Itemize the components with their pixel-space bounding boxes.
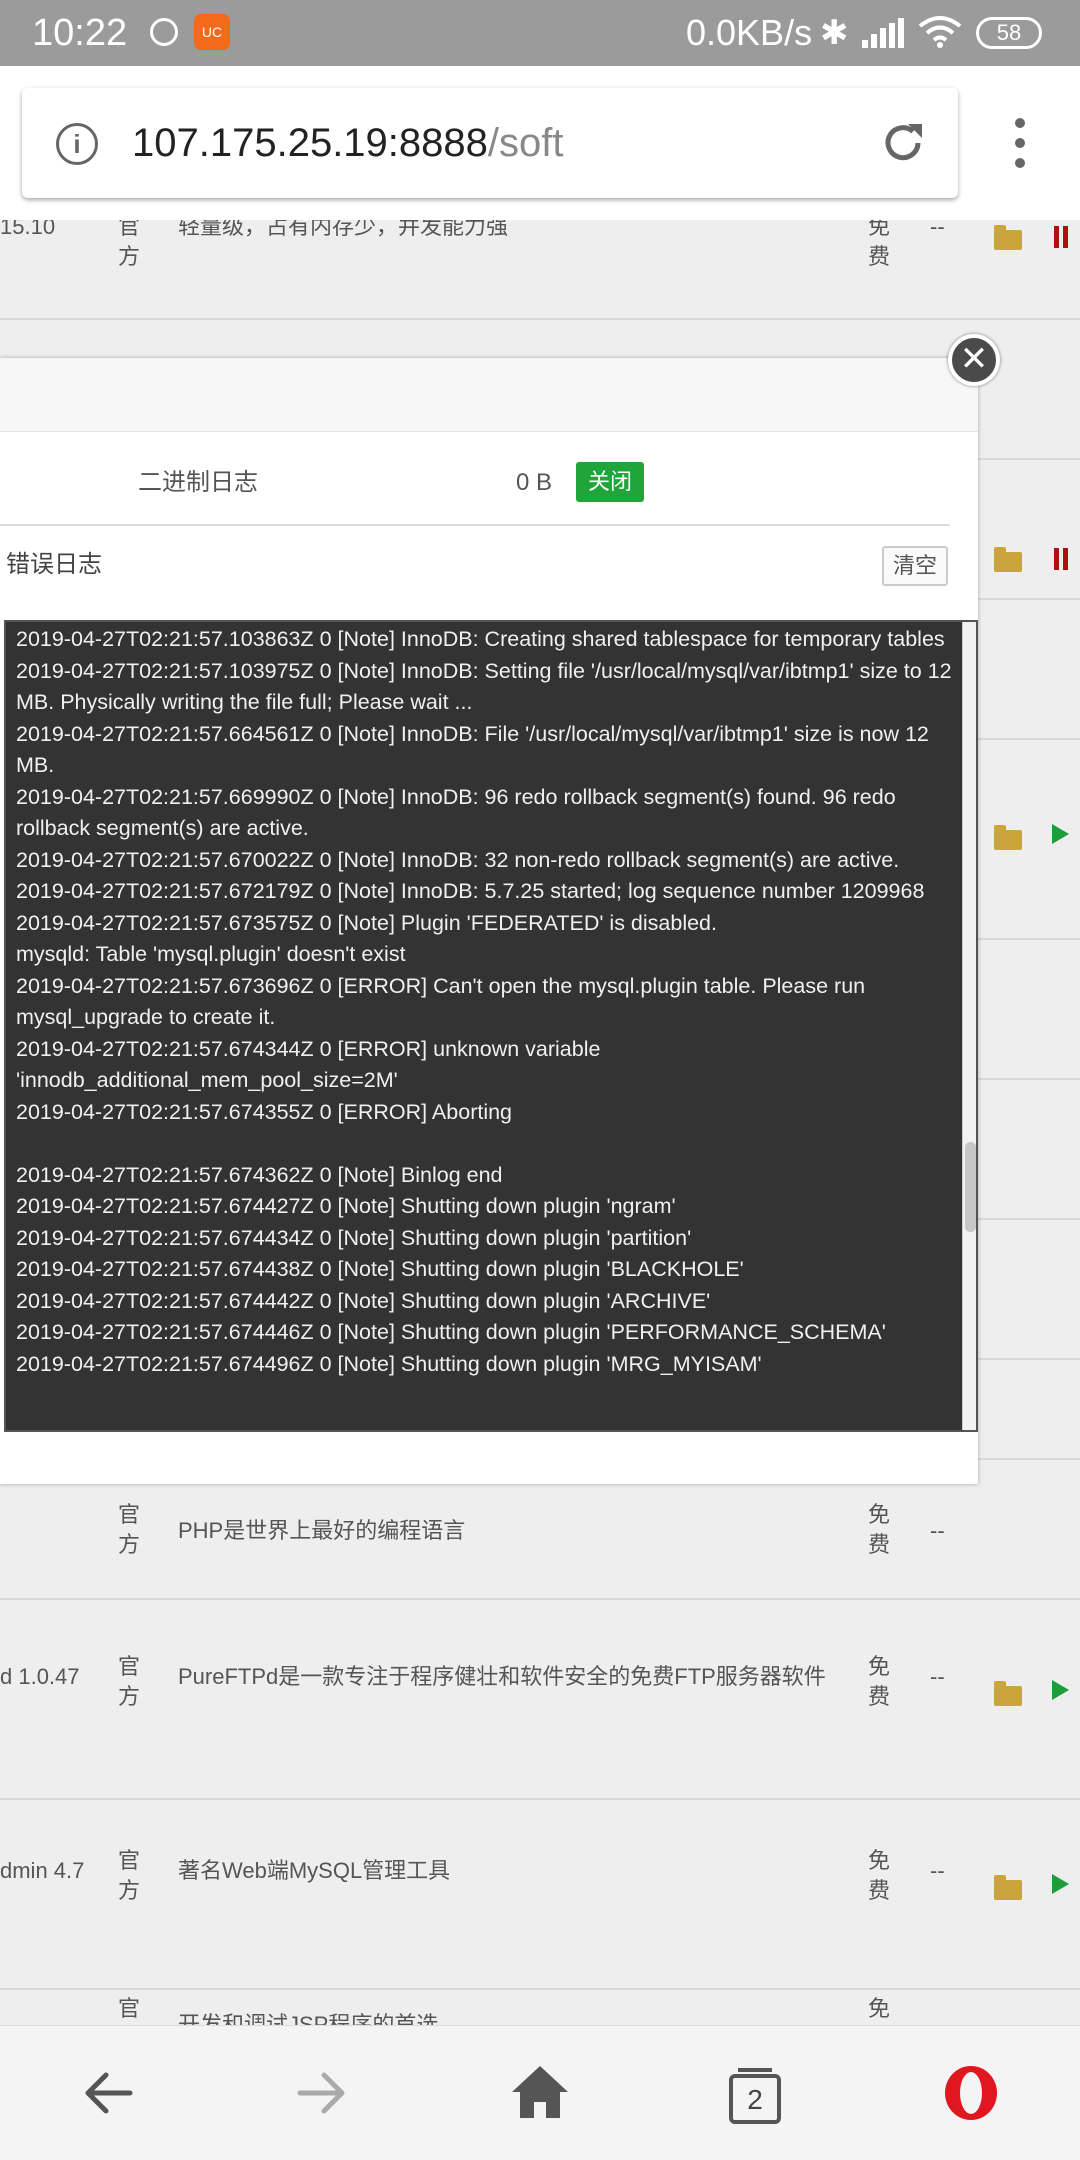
log-line: 2019-04-27T02:21:57.673575Z 0 [Note] Plu… <box>16 910 717 935</box>
errlog-label: 错误日志 <box>6 551 102 578</box>
table-row: d 1.0.47 官方 PureFTPd是一款专注于程序健壮和软件安全的免费FT… <box>0 1600 1080 1800</box>
software-price: 免费 <box>868 1502 891 1557</box>
pause-icon[interactable] <box>1054 548 1068 570</box>
play-icon[interactable] <box>1052 1874 1069 1894</box>
software-expire: -- <box>930 220 945 239</box>
log-scrollbar[interactable] <box>962 622 976 1430</box>
mysql-log-dialog: 二进制日志 0 B 关闭 错误日志 清空 2019-04-27T02:21:57… <box>0 358 978 1484</box>
log-scroll-thumb[interactable] <box>965 1142 976 1232</box>
binlog-off-button[interactable]: 关闭 <box>576 462 644 502</box>
software-desc: 开发和调试JSP程序的首选 <box>178 2012 439 2025</box>
url-path: /soft <box>487 121 564 165</box>
software-price: 免费 <box>868 220 891 269</box>
more-menu-icon[interactable] <box>1002 118 1038 206</box>
log-line: 2019-04-27T02:21:57.674344Z 0 [ERROR] un… <box>16 1036 607 1093</box>
folder-icon[interactable] <box>994 225 1022 250</box>
play-icon[interactable] <box>1052 1680 1069 1700</box>
status-time: 10:22 <box>32 12 128 54</box>
log-line: 2019-04-27T02:21:57.673696Z 0 [ERROR] Ca… <box>16 973 872 1030</box>
software-desc: PureFTPd是一款专注于程序健壮和软件安全的免费FTP服务器软件 <box>178 1664 826 1689</box>
signal-icon <box>862 18 904 48</box>
software-type: 官方 <box>118 1996 141 2021</box>
divider <box>0 524 950 526</box>
software-type: 官方 <box>118 1848 141 1903</box>
address-bar[interactable]: i 107.175.25.19:8888/soft <box>22 88 958 198</box>
log-line: 2019-04-27T02:21:57.674438Z 0 [Note] Shu… <box>16 1257 744 1281</box>
log-line: 2019-04-27T02:21:57.674446Z 0 [Note] Shu… <box>16 1320 886 1344</box>
bluetooth-icon: ✱ <box>820 14 849 52</box>
error-log-textarea[interactable]: 2019-04-27T02:21:57.103863Z 0 [Note] Inn… <box>4 620 978 1432</box>
dialog-header <box>0 358 978 432</box>
table-row: dmin 4.7 官方 著名Web端MySQL管理工具 免费 -- <box>0 1800 1080 1990</box>
software-price: 免费 <box>868 1848 891 1903</box>
software-desc: 著名Web端MySQL管理工具 <box>178 1858 451 1883</box>
clear-log-button[interactable]: 清空 <box>882 546 948 586</box>
error-log-content: 2019-04-27T02:21:57.103863Z 0 [Note] Inn… <box>16 624 956 1380</box>
software-price: 免费 <box>868 1654 891 1709</box>
folder-icon[interactable] <box>994 1875 1022 1900</box>
log-line: 2019-04-27T02:21:57.669990Z 0 [Note] Inn… <box>16 784 902 841</box>
app-notification-icon: UC <box>194 14 230 50</box>
software-expire: -- <box>930 1858 945 1883</box>
log-line: 2019-04-27T02:21:57.674427Z 0 [Note] Shu… <box>16 1194 676 1218</box>
folder-icon[interactable] <box>994 825 1022 850</box>
url-text[interactable]: 107.175.25.19:8888/soft <box>132 114 564 172</box>
log-line: 2019-04-27T02:21:57.674442Z 0 [Note] Shu… <box>16 1288 711 1313</box>
binlog-label: 二进制日志 <box>138 469 258 496</box>
browser-notification-icon <box>150 18 178 46</box>
pause-icon[interactable] <box>1054 226 1068 248</box>
log-line: 2019-04-27T02:21:57.674496Z 0 [Note] Shu… <box>16 1351 762 1376</box>
software-name: d 1.0.47 <box>0 1664 80 1689</box>
software-type: 官方 <box>118 1502 141 1557</box>
log-line: 2019-04-27T02:21:57.103975Z 0 [Note] Inn… <box>16 658 958 715</box>
software-expire: -- <box>930 1518 945 1543</box>
log-line: 2019-04-27T02:21:57.672179Z 0 [Note] Inn… <box>16 879 925 903</box>
software-name: 15.10 <box>0 220 56 239</box>
wifi-icon <box>918 16 962 48</box>
table-row: 官方 开发和调试JSP程序的首选 免费 -- <box>0 1990 1080 2025</box>
play-icon[interactable] <box>1052 824 1069 844</box>
network-speed: 0.0KB/s <box>686 12 813 53</box>
log-line: 2019-04-27T02:21:57.674355Z 0 [ERROR] Ab… <box>16 1099 513 1124</box>
software-price: 免费 <box>868 1996 891 2021</box>
close-icon[interactable]: ✕ <box>948 334 1000 386</box>
log-line: 2019-04-27T02:21:57.103863Z 0 [Note] Inn… <box>16 627 945 651</box>
log-line: mysqld: Table 'mysql.plugin' doesn't exi… <box>16 942 406 966</box>
opera-logo-icon[interactable] <box>942 2064 1000 2122</box>
browser-toolbar: i 107.175.25.19:8888/soft <box>0 66 1080 220</box>
log-line: 2019-04-27T02:21:57.674434Z 0 [Note] Shu… <box>16 1225 692 1250</box>
back-icon[interactable] <box>82 2070 134 2116</box>
software-type: 官方 <box>118 1654 141 1709</box>
folder-icon[interactable] <box>994 547 1022 572</box>
log-line: 2019-04-27T02:21:57.670022Z 0 [Note] Inn… <box>16 847 900 872</box>
reload-icon[interactable] <box>878 118 928 168</box>
software-name: dmin 4.7 <box>0 1858 85 1883</box>
software-desc: 轻量级，占有内存少，并发能力强 <box>178 220 509 239</box>
log-line: 2019-04-27T02:21:57.674362Z 0 [Note] Bin… <box>16 1162 503 1187</box>
table-row: 15.10 官方 轻量级，占有内存少，并发能力强 免费 -- <box>0 220 1080 320</box>
software-desc: PHP是世界上最好的编程语言 <box>178 1518 466 1543</box>
info-icon[interactable]: i <box>56 123 98 165</box>
status-bar: 10:22 UC 0.0KB/s ✱ 58 <box>0 0 1080 66</box>
forward-icon[interactable] <box>296 2070 348 2116</box>
url-host: 107.175.25.19:8888 <box>132 121 488 165</box>
software-type: 官方 <box>118 220 141 269</box>
home-icon[interactable] <box>510 2064 570 2120</box>
software-expire: -- <box>930 1664 945 1689</box>
tab-count: 2 <box>747 2084 763 2115</box>
software-expire: -- <box>930 2012 945 2025</box>
folder-icon[interactable] <box>994 1681 1022 1706</box>
log-line: 2019-04-27T02:21:57.664561Z 0 [Note] Inn… <box>16 721 935 778</box>
battery-indicator: 58 <box>976 17 1042 49</box>
binlog-size: 0 B <box>516 469 553 496</box>
bottom-navigation: 2 <box>0 2025 1080 2160</box>
